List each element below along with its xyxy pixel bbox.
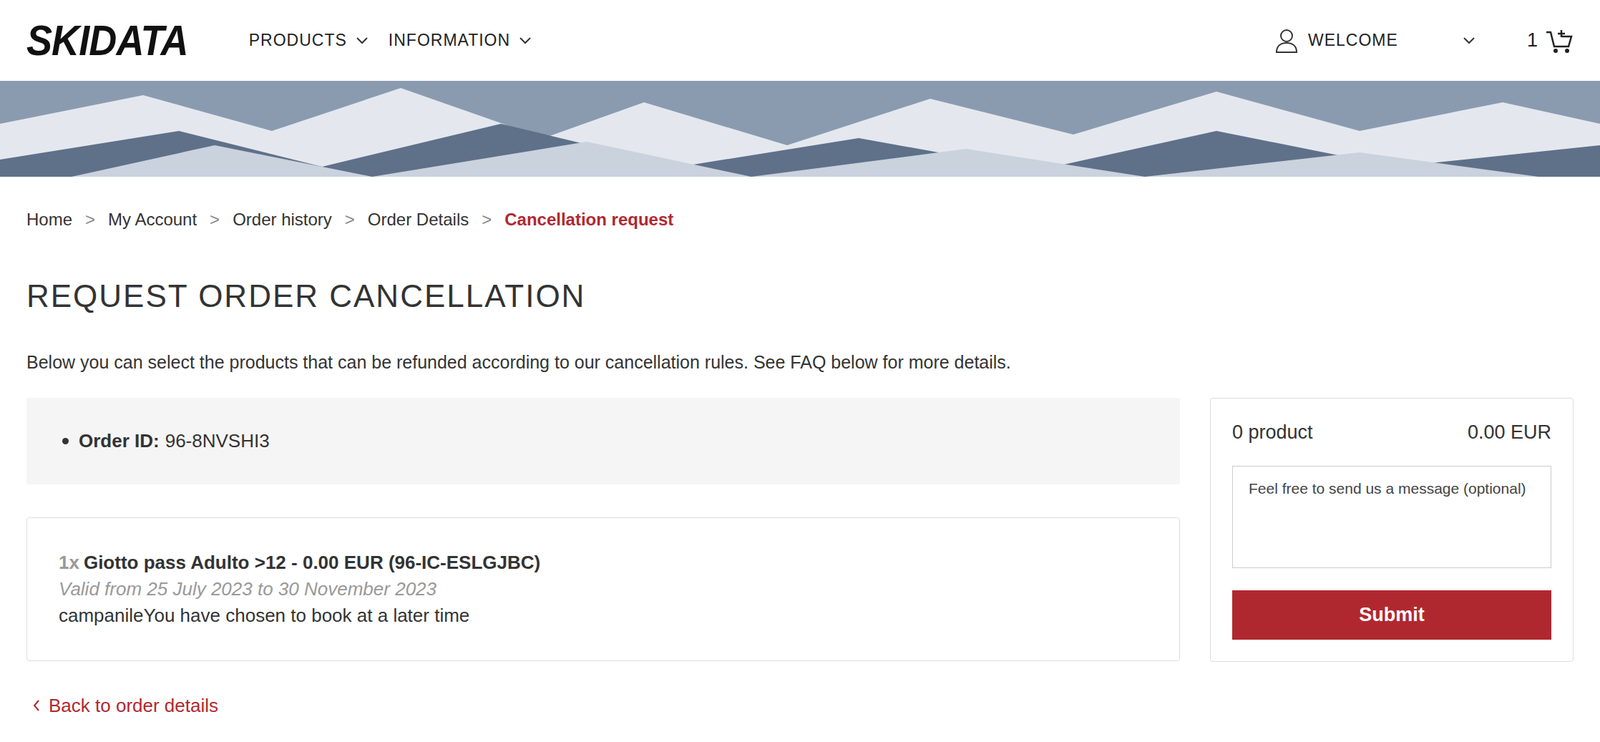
logo[interactable]: SKIDATA bbox=[26, 19, 189, 63]
breadcrumb-separator: > bbox=[481, 208, 492, 231]
product-note: campanileYou have chosen to book at a la… bbox=[58, 602, 1148, 629]
bullet bbox=[62, 437, 69, 445]
banner-image bbox=[0, 80, 1600, 177]
chevron-down-icon bbox=[518, 36, 532, 46]
breadcrumb-separator: > bbox=[209, 208, 220, 231]
main-content: Home > My Account > Order history > Order Deta… bbox=[0, 176, 1600, 733]
cart[interactable]: 1 bbox=[1527, 25, 1574, 56]
message-field[interactable] bbox=[1232, 465, 1552, 569]
summary-row: 0 product0.00 EUR bbox=[1232, 421, 1552, 443]
breadcrumb-item[interactable]: Order history bbox=[232, 208, 333, 231]
order-id-label: Order ID: bbox=[78, 427, 160, 456]
cart-icon bbox=[1544, 27, 1574, 54]
submit-button[interactable]: Submit bbox=[1232, 590, 1552, 640]
order-id-box: Order ID:96-8NVSHI3 bbox=[26, 397, 1180, 485]
account-menu[interactable]: WELCOME bbox=[1275, 27, 1476, 53]
summary-card: 0 product0.00 EUR Submit bbox=[1210, 397, 1574, 662]
product-validity: Valid from 25 July 2023 to 30 November 2… bbox=[58, 576, 1148, 603]
chevron-down-icon bbox=[1462, 36, 1476, 46]
breadcrumb-separator: > bbox=[344, 208, 355, 231]
nav-item[interactable]: INFORMATION bbox=[388, 27, 532, 53]
breadcrumb-item[interactable]: Home bbox=[26, 208, 73, 231]
account-label: WELCOME bbox=[1275, 27, 1399, 53]
order-column: Order ID:96-8NVSHI3 1xGiotto pass Adulto … bbox=[26, 397, 1180, 718]
content-columns: Order ID:96-8NVSHI3 1xGiotto pass Adulto … bbox=[26, 397, 1574, 718]
main-nav: PRODUCTS INFORMATION bbox=[249, 27, 532, 53]
page-title: REQUEST ORDER CANCELLATION bbox=[26, 277, 1574, 315]
user-icon bbox=[1275, 28, 1299, 53]
breadcrumb: Home > My Account > Order history > Order Deta… bbox=[26, 176, 1574, 231]
back-link[interactable]: Back to order details bbox=[26, 693, 1180, 718]
breadcrumb-item[interactable]: Cancellation request bbox=[504, 208, 674, 231]
breadcrumb-item[interactable]: Order Details bbox=[367, 208, 469, 231]
chevron-down-icon bbox=[355, 36, 369, 46]
product-title: 1xGiotto pass Adulto >12 - 0.00 EUR (96-… bbox=[58, 549, 1148, 577]
nav-item[interactable]: PRODUCTS bbox=[249, 27, 369, 53]
breadcrumb-item[interactable]: My Account bbox=[108, 208, 197, 231]
header: SKIDATA PRODUCTS INFORMATION WELCOME 1 bbox=[0, 0, 1600, 81]
product-card: 1xGiotto pass Adulto >12 - 0.00 EUR (96-… bbox=[26, 517, 1180, 662]
intro-text: Below you can select the products that c… bbox=[26, 349, 1574, 375]
order-id: 96-8NVSHI3 bbox=[165, 427, 270, 456]
chevron-left-icon bbox=[32, 699, 41, 712]
breadcrumb-separator: > bbox=[85, 208, 96, 231]
